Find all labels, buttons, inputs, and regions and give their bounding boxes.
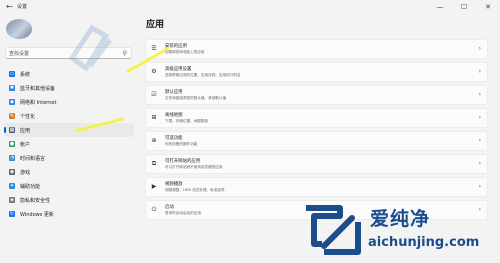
sidebar-item-icon: ✱: [9, 85, 15, 91]
sidebar-item[interactable]: ◉ 游戏: [4, 165, 134, 179]
sidebar-item-label: 游戏: [20, 169, 31, 176]
sidebar-item-label: 网络和 Internet: [20, 99, 57, 106]
card-subtitle: 文件和链接类型的默认值、其他默认值: [165, 96, 227, 100]
watermark-logo-faint: [68, 24, 112, 72]
chevron-right-icon: ›: [478, 137, 481, 144]
chevron-right-icon: ›: [478, 160, 481, 167]
settings-card[interactable]: ⊕ 可选功能 你的设备的额外功能 ›: [145, 131, 488, 151]
sidebar-item-icon: ◈: [9, 197, 15, 203]
sidebar-item[interactable]: ◈ 隐私和安全性: [4, 193, 134, 207]
sidebar-item[interactable]: ● 帐户: [4, 137, 134, 151]
card-subtitle: 卸载和排序电脑上的应用: [165, 50, 205, 54]
chevron-right-icon: ›: [478, 68, 481, 75]
settings-card[interactable]: ☑ 默认应用 文件和链接类型的默认值、其他默认值 ›: [145, 85, 488, 105]
sidebar-item-icon: ◔: [9, 155, 15, 161]
card-icon: ⊕: [151, 137, 157, 144]
sidebar-item-label: 应用: [20, 127, 31, 134]
card-icon: ⏻: [151, 206, 157, 213]
user-profile[interactable]: [6, 17, 48, 43]
card-subtitle: 下载、存储位置、地图更新: [165, 119, 209, 123]
sidebar-item-label: Windows 更新: [20, 211, 54, 218]
page-title: 应用: [146, 20, 165, 30]
brand-url: aichunjing.com: [368, 235, 480, 250]
chevron-right-icon: ›: [478, 114, 481, 121]
sidebar-item-icon: ▦: [9, 127, 15, 133]
settings-card[interactable]: ⧉ 可打开网站的应用 可以打开网站而不使用浏览器的应用 ›: [145, 154, 488, 174]
card-title: 高级应用设置: [165, 67, 192, 72]
sidebar-item-label: 帐户: [20, 141, 31, 148]
card-subtitle: 视频调整、HDR 流式处理、电池选项: [165, 188, 225, 192]
sidebar-item[interactable]: ◔ 时间和语言: [4, 151, 134, 165]
card-icon: ▶: [151, 183, 157, 190]
settings-card-list: ☰ 安装的应用 卸载和排序电脑上的应用 › ⚙ 高级应用设置 选择获取应用的位置、应用存档、…: [145, 39, 488, 223]
card-title: 可打开网站的应用: [165, 159, 201, 164]
sidebar-item-label: 隐私和安全性: [20, 197, 51, 204]
chevron-right-icon: ›: [478, 91, 481, 98]
sidebar-item-label: 系统: [20, 71, 31, 78]
sidebar-item-icon: ◉: [9, 169, 15, 175]
sidebar-item-label: 个性化: [20, 113, 36, 120]
sidebar-item-icon: ✎: [9, 113, 15, 119]
sidebar-item[interactable]: ▦ 应用: [4, 123, 134, 137]
close-button[interactable]: ✕: [476, 0, 500, 14]
sidebar-item-icon: ●: [9, 141, 15, 147]
card-title: 可选功能: [165, 136, 183, 141]
sidebar-item-label: 辅助功能: [20, 183, 41, 190]
back-arrow-icon[interactable]: ←: [6, 2, 13, 11]
sidebar-item-icon: ↻: [9, 211, 15, 217]
settings-card[interactable]: ⚙ 高级应用设置 选择获取应用的位置、应用存档、应用执行别名 ›: [145, 62, 488, 82]
sidebar-item-icon: ✦: [9, 183, 15, 189]
card-subtitle: 你的设备的额外功能: [165, 142, 198, 146]
chevron-right-icon: ›: [478, 45, 481, 52]
brand-name: 爱纯净: [370, 208, 431, 230]
card-subtitle: 可以打开网站而不使用浏览器的应用: [165, 165, 223, 169]
card-icon: ☰: [151, 45, 157, 52]
chevron-right-icon: ›: [478, 183, 481, 190]
card-title: 启动: [165, 205, 174, 210]
card-icon: ☑: [151, 91, 157, 98]
settings-card[interactable]: ⊞ 离线地图 下载、存储位置、地图更新 ›: [145, 108, 488, 128]
sidebar-item[interactable]: ↻ Windows 更新: [4, 207, 134, 221]
sidebar-item-icon: ◆: [9, 99, 15, 105]
search-placeholder: 查找设置: [9, 51, 30, 57]
card-title: 默认应用: [165, 90, 183, 95]
title-bar: ← 设置 — ☐ ✕: [0, 0, 500, 16]
maximize-button[interactable]: ☐: [452, 0, 476, 14]
avatar[interactable]: [6, 19, 32, 39]
card-icon: ⧉: [151, 160, 157, 167]
settings-card[interactable]: ☰ 安装的应用 卸载和排序电脑上的应用 ›: [145, 39, 488, 59]
card-title: 离线地图: [165, 113, 183, 118]
settings-card[interactable]: ▶ 视频播放 视频调整、HDR 流式处理、电池选项 ›: [145, 177, 488, 197]
sidebar-nav: ▭ 系统 ✱ 蓝牙和其他设备 ◆ 网络和 Internet ✎ 个性化 ▦ 应用 ● 帐户 ◔ 时间和语言…: [4, 67, 134, 221]
sidebar-item-label: 时间和语言: [20, 155, 46, 162]
sidebar-item[interactable]: ◆ 网络和 Internet: [4, 95, 134, 109]
card-icon: ⚙: [151, 68, 157, 75]
brand-watermark: 爱纯净 aichunjing.com: [300, 198, 500, 263]
app-title: 设置: [17, 4, 28, 10]
sidebar-item-icon: ▭: [9, 71, 15, 77]
card-title: 视频播放: [165, 182, 183, 187]
sidebar-item[interactable]: ✦ 辅助功能: [4, 179, 134, 193]
card-subtitle: 选择获取应用的位置、应用存档、应用执行别名: [165, 73, 241, 77]
brand-logo-icon: [306, 205, 361, 255]
sidebar-item-label: 蓝牙和其他设备: [20, 85, 56, 92]
minimize-button[interactable]: —: [428, 0, 452, 14]
card-subtitle: 登录时自动启动的应用: [165, 211, 201, 215]
card-icon: ⊞: [151, 114, 157, 121]
